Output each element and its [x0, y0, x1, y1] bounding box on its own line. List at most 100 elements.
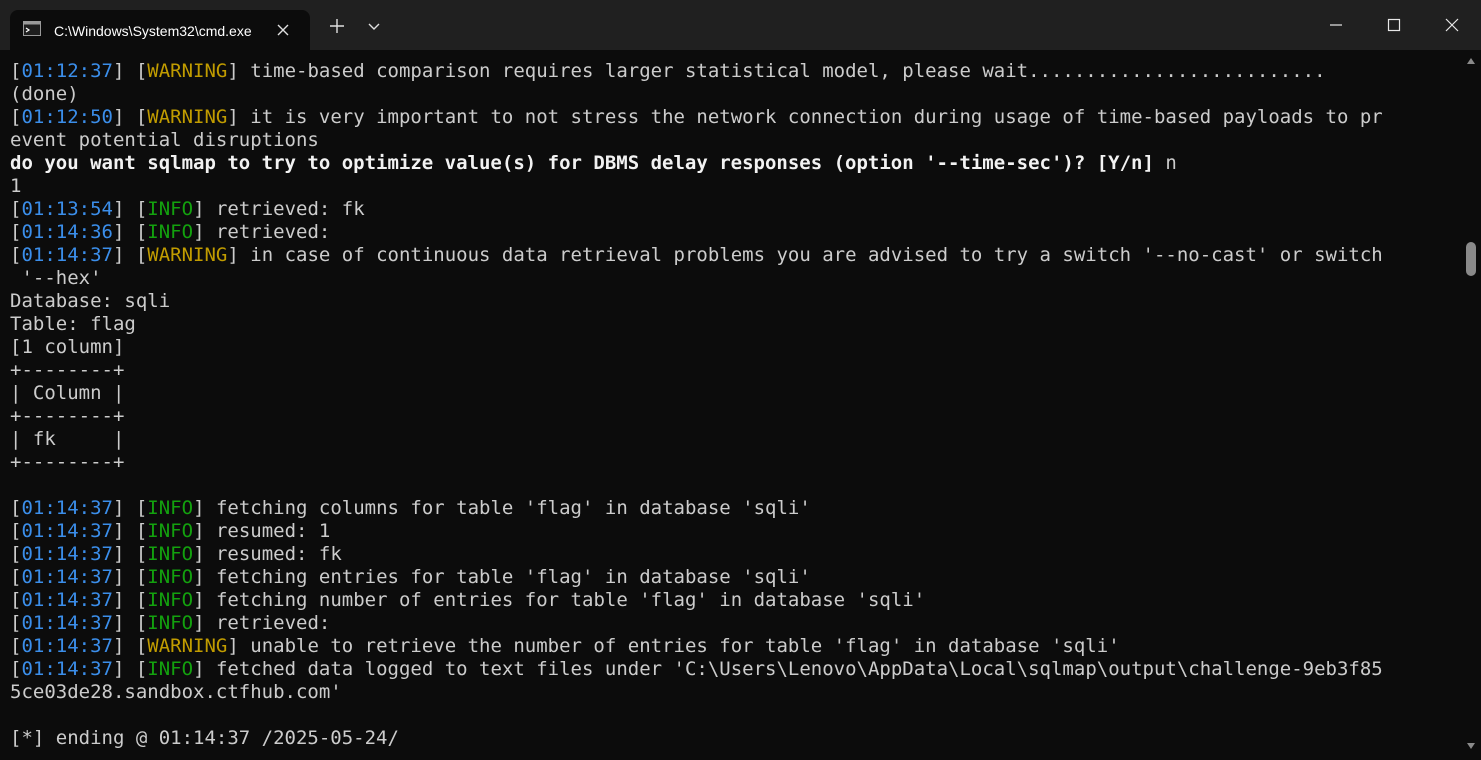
output-text: 1 [10, 175, 22, 197]
bracket: ] [193, 566, 216, 588]
output-text: | fk | [10, 428, 125, 450]
log-level: WARNING [147, 60, 228, 82]
log-message: time-based comparison requires larger st… [250, 60, 1326, 82]
log-level: INFO [147, 221, 194, 243]
terminal-line: (done) [10, 83, 1461, 106]
bracket: ] [193, 658, 216, 680]
bracket: [ [10, 497, 22, 519]
log-timestamp: 01:14:37 [21, 566, 113, 588]
log-level: INFO [147, 520, 194, 542]
output-text: | Column | [10, 382, 125, 404]
terminal-line: Database: sqli [10, 290, 1461, 313]
log-timestamp: 01:14:37 [21, 589, 113, 611]
log-message: retrieved: [215, 612, 331, 634]
new-tab-button[interactable] [325, 14, 349, 38]
terminal-line: [1 column] [10, 336, 1461, 359]
log-level: INFO [147, 589, 194, 611]
bracket: [ [10, 221, 22, 243]
output-text: [*] ending @ 01:14:37 /2025-05-24/ [10, 727, 399, 749]
bracket: ] [227, 244, 251, 266]
bracket: ] [ [112, 658, 148, 680]
terminal-line: event potential disruptions [10, 129, 1461, 152]
log-message: fetched data logged to text files under … [215, 658, 1383, 680]
bracket: ] [227, 60, 251, 82]
terminal-line: +--------+ [10, 405, 1461, 428]
terminal-line: [01:13:54] [INFO] retrieved: fk [10, 198, 1461, 221]
log-message: unable to retrieve the number of entries… [250, 635, 1120, 657]
log-message: it is very important to not stress the n… [250, 106, 1383, 128]
terminal-line: 5ce03de28.sandbox.ctfhub.com' [10, 681, 1461, 704]
tab-title: C:\Windows\System32\cmd.exe [54, 23, 252, 39]
bracket: ] [227, 635, 251, 657]
terminal-line: [*] ending @ 01:14:37 /2025-05-24/ [10, 727, 1461, 750]
log-message: retrieved: [215, 221, 331, 243]
bracket: ] [193, 543, 216, 565]
bracket: ] [ [112, 60, 148, 82]
prompt-text: do you want sqlmap to try to optimize va… [10, 152, 1166, 174]
scroll-down-icon[interactable] [1466, 742, 1476, 750]
log-message: in case of continuous data retrieval pro… [250, 244, 1383, 266]
log-timestamp: 01:12:50 [21, 106, 113, 128]
output-text: Table: flag [10, 313, 136, 335]
log-timestamp: 01:14:37 [21, 244, 113, 266]
scroll-up-icon[interactable] [1466, 57, 1476, 65]
bracket: [ [10, 106, 22, 128]
terminal-icon [23, 21, 41, 36]
terminal-line: [01:12:50] [WARNING] it is very importan… [10, 106, 1461, 129]
terminal-line: '--hex' [10, 267, 1461, 290]
log-timestamp: 01:14:37 [21, 520, 113, 542]
log-message: fetching columns for table 'flag' in dat… [215, 497, 811, 519]
log-message: resumed: 1 [215, 520, 331, 542]
terminal-line: [01:14:37] [INFO] resumed: fk [10, 543, 1461, 566]
bracket: ] [ [112, 106, 148, 128]
bracket: ] [193, 589, 216, 611]
terminal-line: do you want sqlmap to try to optimize va… [10, 152, 1461, 175]
log-timestamp: 01:14:36 [21, 221, 113, 243]
terminal-line: [01:14:37] [WARNING] unable to retrieve … [10, 635, 1461, 658]
bracket: ] [227, 106, 251, 128]
minimize-icon [1330, 24, 1342, 26]
close-icon[interactable] [276, 23, 290, 37]
bracket: ] [ [112, 520, 148, 542]
vertical-scrollbar[interactable] [1461, 50, 1481, 760]
bracket: ] [193, 497, 216, 519]
tab-dropdown-button[interactable] [362, 14, 386, 38]
terminal-line: [01:14:37] [INFO] fetched data logged to… [10, 658, 1461, 681]
terminal-line: | fk | [10, 428, 1461, 451]
log-message: fetching entries for table 'flag' in dat… [215, 566, 811, 588]
log-level: WARNING [147, 244, 228, 266]
bracket: ] [ [112, 497, 148, 519]
output-text: +--------+ [10, 405, 125, 427]
output-text: 5ce03de28.sandbox.ctfhub.com' [10, 681, 342, 703]
prompt-answer: n [1165, 152, 1177, 174]
terminal-line: +--------+ [10, 359, 1461, 382]
output-text: [1 column] [10, 336, 125, 358]
minimize-button[interactable] [1307, 0, 1365, 50]
log-timestamp: 01:14:37 [21, 635, 113, 657]
log-level: WARNING [147, 635, 228, 657]
terminal-line: [01:14:37] [INFO] fetching entries for t… [10, 566, 1461, 589]
terminal-line: [01:14:37] [INFO] fetching columns for t… [10, 497, 1461, 520]
output-text: Database: sqli [10, 290, 171, 312]
terminal-line: [01:14:37] [INFO] resumed: 1 [10, 520, 1461, 543]
scrollbar-thumb[interactable] [1466, 242, 1476, 276]
log-timestamp: 01:14:37 [21, 658, 113, 680]
log-message: retrieved: fk [215, 198, 365, 220]
window-close-button[interactable] [1423, 0, 1481, 50]
maximize-button[interactable] [1365, 0, 1423, 50]
log-timestamp: 01:14:37 [21, 497, 113, 519]
bracket: ] [ [112, 635, 148, 657]
output-text: '--hex' [10, 267, 102, 289]
close-icon [1445, 18, 1459, 32]
terminal-output[interactable]: [01:12:37] [WARNING] time-based comparis… [0, 50, 1461, 760]
bracket: ] [ [112, 244, 148, 266]
bracket: ] [193, 520, 216, 542]
bracket: ] [193, 612, 216, 634]
log-message: resumed: fk [215, 543, 342, 565]
terminal-tab[interactable]: C:\Windows\System32\cmd.exe [10, 10, 310, 50]
terminal-line: [01:14:37] [INFO] fetching number of ent… [10, 589, 1461, 612]
log-level: INFO [147, 497, 194, 519]
bracket: ] [ [112, 543, 148, 565]
